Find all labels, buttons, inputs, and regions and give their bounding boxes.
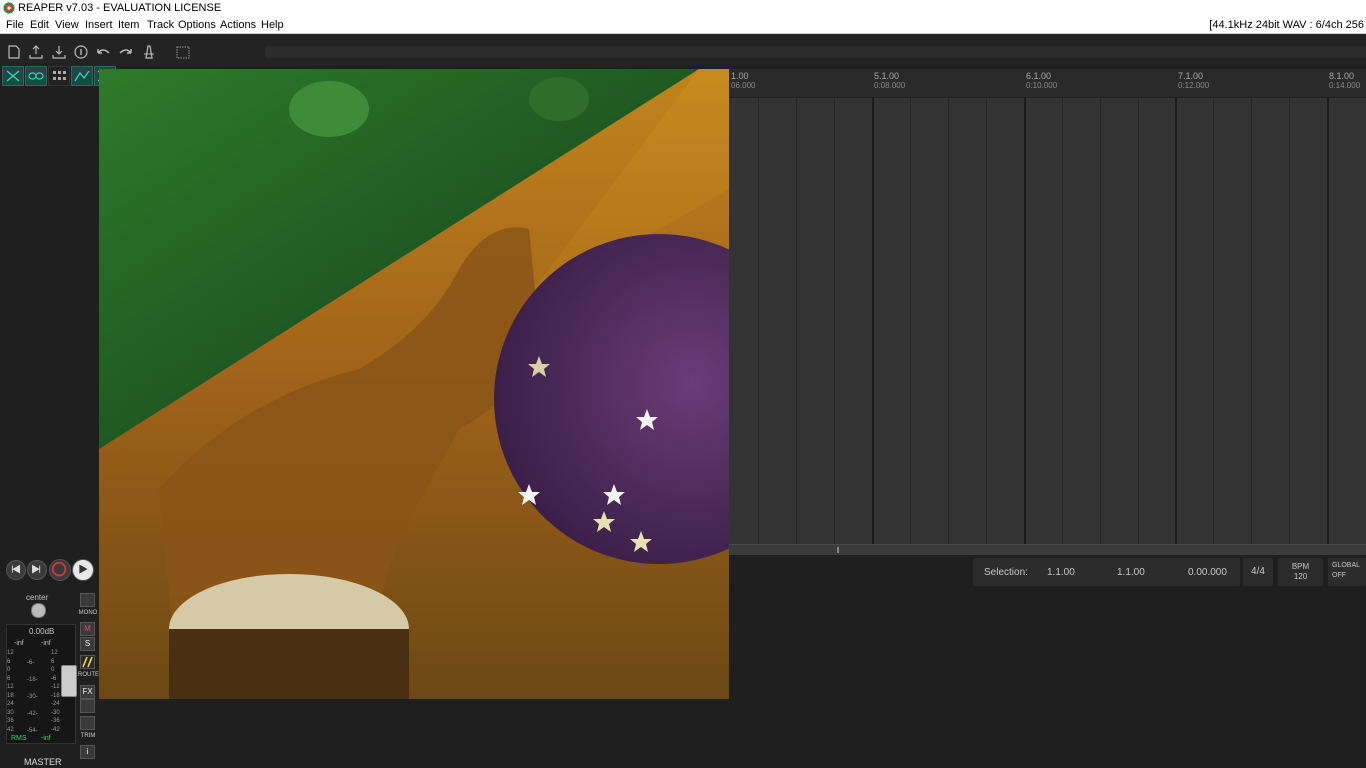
ruler-mark: 5.1.00 0:08.000	[874, 71, 906, 90]
album-artwork-image	[99, 69, 729, 699]
fx-bypass-button[interactable]	[80, 699, 95, 713]
time-signature[interactable]: 4/4	[1243, 558, 1273, 586]
bpm-display[interactable]: BPM 120	[1278, 558, 1323, 586]
go-to-end-button[interactable]	[27, 560, 47, 580]
menu-insert[interactable]: Insert	[85, 19, 113, 31]
grid-line	[872, 97, 874, 544]
route-button[interactable]	[80, 655, 95, 669]
peak-right: -inf	[41, 640, 51, 647]
grid-line	[1289, 97, 1290, 544]
grid-line	[948, 97, 949, 544]
meter-scale-right: 12 6 0 -6 -12 -18 -24 -30 -36 -42	[51, 650, 60, 733]
selection-length[interactable]: 0.00.000	[1188, 567, 1227, 578]
redo-icon[interactable]	[118, 44, 134, 60]
meter-scale-mid: -6- -18- -30- -42- -54-	[27, 660, 38, 734]
audio-device-status[interactable]: [44.1kHz 24bit WAV : 6/4ch 256	[1209, 19, 1364, 31]
master-track-strip: center 0.00dB -inf -inf 12 6 0 6 12 18 24 30 36 4…	[4, 590, 100, 768]
bpm-value: 120	[1293, 572, 1308, 581]
window-title: REAPER v7.03 - EVALUATION LICENSE	[18, 2, 222, 14]
selection-start[interactable]: 1.1.00	[1047, 567, 1075, 578]
grid-line	[1251, 97, 1252, 544]
global-label: GLOBAL	[1332, 562, 1361, 569]
grid-line	[1138, 97, 1139, 544]
master-label: MASTER	[24, 757, 62, 767]
trim-envelope-icon[interactable]	[80, 716, 95, 730]
route-label: ROUTE	[78, 672, 99, 678]
horizontal-scrollbar[interactable]	[729, 544, 1366, 555]
timeline-ruler[interactable]: 1.00 06.000 5.1.00 0:08.000 6.1.00 0:10.000…	[729, 69, 1366, 98]
grid-line	[1100, 97, 1101, 544]
ruler-mark: 7.1.00 0:12.000	[1178, 71, 1210, 90]
selection-label: Selection:	[984, 567, 1028, 578]
pan-label: center	[26, 593, 49, 602]
meter-scale-left: 12 6 0 6 12 18 24 30 36 42	[7, 650, 14, 733]
go-to-start-button[interactable]	[6, 560, 26, 580]
menu-track[interactable]: Track	[147, 19, 174, 31]
project-settings-icon[interactable]	[73, 44, 89, 60]
volume-fader[interactable]	[61, 665, 77, 697]
grid-line	[1062, 97, 1063, 544]
ruler-mark: 8.1.00 0:14.000	[1329, 71, 1361, 90]
play-button[interactable]	[72, 559, 94, 581]
toolbar-strip	[265, 46, 1366, 58]
menu-item[interactable]: Item	[118, 19, 139, 31]
peak-left: -inf	[14, 640, 24, 647]
grid-line	[986, 97, 987, 544]
menu-view[interactable]: View	[55, 19, 79, 31]
grid-line	[758, 97, 759, 544]
grid-line	[1327, 97, 1329, 544]
global-automation-button[interactable]: GLOBAL OFF	[1328, 558, 1366, 586]
global-state: OFF	[1332, 572, 1346, 579]
envelope-lock-icon[interactable]	[71, 66, 93, 86]
grid-line	[1175, 97, 1177, 544]
fx-button[interactable]: FX	[80, 685, 95, 699]
menu-bar: File Edit View Insert Item Track Options…	[0, 17, 1366, 34]
metronome-icon[interactable]	[141, 44, 157, 60]
grid-line	[1024, 97, 1026, 544]
grid-icon[interactable]	[175, 44, 191, 60]
menu-options[interactable]: Options	[178, 19, 216, 31]
snap-grid-icon[interactable]	[48, 66, 70, 86]
pan-knob[interactable]	[31, 603, 46, 618]
menu-actions[interactable]: Actions	[220, 19, 256, 31]
bpm-label: BPM	[1291, 562, 1310, 571]
new-project-icon[interactable]	[6, 44, 22, 60]
info-button[interactable]: i	[80, 745, 95, 759]
menu-edit[interactable]: Edit	[30, 19, 49, 31]
reaper-logo-icon	[3, 2, 15, 14]
ruler-mark: 6.1.00 0:10.000	[1026, 71, 1058, 90]
trim-label: TRIM	[80, 733, 96, 739]
grid-line	[834, 97, 835, 544]
grid-line	[1213, 97, 1214, 544]
scrollbar-thumb[interactable]	[837, 547, 839, 553]
ripple-edit-icon[interactable]	[2, 66, 24, 86]
item-grouping-icon[interactable]	[25, 66, 47, 86]
mono-button[interactable]	[80, 593, 95, 607]
rms-label: RMS	[11, 735, 27, 742]
undo-icon[interactable]	[95, 44, 111, 60]
mono-label: MONO	[78, 610, 98, 616]
open-project-icon[interactable]	[28, 44, 44, 60]
master-meter: 0.00dB -inf -inf 12 6 0 6 12 18 24 30 36 42 -6- -1…	[6, 624, 77, 744]
title-bar: REAPER v7.03 - EVALUATION LICENSE	[0, 0, 1366, 17]
arrange-view[interactable]: 1.00 06.000 5.1.00 0:08.000 6.1.00 0:10.000…	[729, 69, 1366, 544]
grid-line	[910, 97, 911, 544]
ruler-mark: 1.00 06.000	[731, 71, 756, 90]
menu-file[interactable]: File	[6, 19, 24, 31]
master-volume: 0.00dB	[29, 627, 55, 636]
selection-end[interactable]: 1.1.00	[1117, 567, 1145, 578]
save-project-icon[interactable]	[51, 44, 67, 60]
menu-help[interactable]: Help	[261, 19, 284, 31]
mute-button[interactable]: M	[80, 622, 95, 636]
rms-value: -inf	[41, 735, 51, 742]
selection-panel: Selection: 1.1.00 1.1.00 0.00.000	[973, 558, 1240, 586]
solo-button[interactable]: S	[80, 637, 95, 651]
record-button[interactable]	[49, 559, 71, 581]
grid-line	[796, 97, 797, 544]
